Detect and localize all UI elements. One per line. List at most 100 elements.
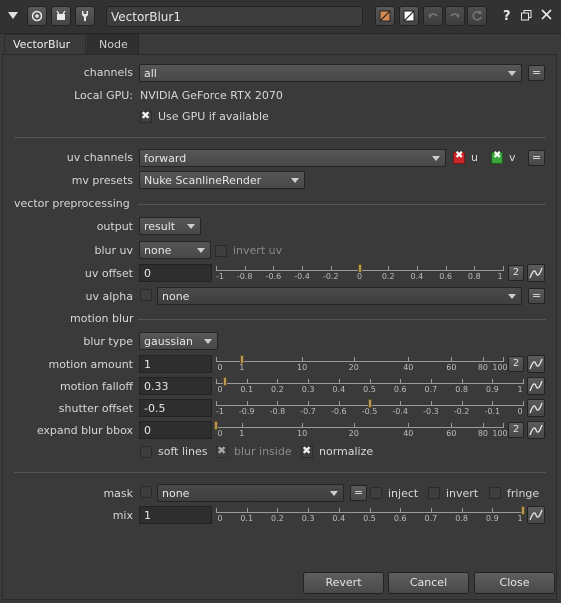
float-panel-icon[interactable] xyxy=(521,10,532,24)
wrench-icon[interactable] xyxy=(75,6,95,26)
u-channel-checkbox[interactable] xyxy=(453,150,465,164)
redo-icon[interactable] xyxy=(445,6,465,26)
gl-color-icon[interactable] xyxy=(399,6,419,26)
close-panel-icon[interactable] xyxy=(541,9,552,23)
fringe-label: fringe xyxy=(507,487,540,500)
mix-label: mix xyxy=(112,509,133,522)
expand-blur-bbox-split-button[interactable]: 2 xyxy=(508,422,524,438)
slider-tick xyxy=(338,508,340,512)
help-icon[interactable]: ? xyxy=(503,9,511,24)
revert-button[interactable]: Revert xyxy=(303,572,384,594)
slider-handle[interactable] xyxy=(521,506,525,515)
slider-tick-label: 0 xyxy=(356,272,363,281)
uv-channels-link-button[interactable]: = xyxy=(528,150,545,166)
uv-alpha-link-button[interactable]: = xyxy=(528,288,545,304)
slider-tick-label: 0 xyxy=(517,407,523,416)
shutter-offset-input[interactable]: -0.5 xyxy=(139,399,212,417)
slider-tick-label: 10 xyxy=(297,429,308,438)
slider-track[interactable] xyxy=(216,361,504,362)
slider-track[interactable] xyxy=(216,383,524,384)
normalize-checkbox[interactable] xyxy=(301,444,313,458)
motion-falloff-curve-icon[interactable] xyxy=(527,377,545,395)
node-color-icon[interactable] xyxy=(375,6,395,26)
blur-inside-checkbox[interactable] xyxy=(216,444,228,458)
undo-icon[interactable] xyxy=(423,6,443,26)
motion-falloff-input[interactable]: 0.33 xyxy=(139,377,212,395)
chevron-down-icon xyxy=(432,156,440,161)
motion-amount-curve-icon[interactable] xyxy=(527,355,545,373)
invert-uv-checkbox[interactable] xyxy=(215,245,227,257)
blur-uv-dropdown[interactable]: none xyxy=(139,241,211,259)
collapse-arrow-icon[interactable] xyxy=(8,12,18,19)
slider-tick-label: 0.6 xyxy=(393,514,407,523)
cancel-button[interactable]: Cancel xyxy=(388,572,469,594)
slider-tick xyxy=(369,508,371,512)
slider-tick-label: -0.6 xyxy=(330,407,347,416)
blur-uv-label: blur uv xyxy=(94,244,133,257)
mix-input[interactable]: 1 xyxy=(139,506,212,524)
tab-node[interactable]: Node xyxy=(87,34,139,54)
mv-presets-dropdown[interactable]: Nuke ScanlineRender xyxy=(139,171,305,189)
expand-blur-bbox-input[interactable]: 0 xyxy=(139,421,212,439)
slider-tick-label: 0.7 xyxy=(424,514,438,523)
slider-tick-label: 0 xyxy=(217,363,223,372)
motion-falloff-slider[interactable]: 0 0.1 0.2 0.3 0.4 0.5 0.6 0.7 0.8 0.9 1 xyxy=(216,375,524,395)
soft-lines-checkbox[interactable] xyxy=(140,446,152,458)
node-name-field[interactable]: VectorBlur1 xyxy=(106,6,363,27)
uv-offset-slider[interactable]: -1 -0.8 -0.6 -0.4 -0.2 0 0.2 0.4 0.6 0.8 1 xyxy=(216,262,504,282)
blur-type-dropdown[interactable]: gaussian xyxy=(139,332,218,350)
channels-label: channels xyxy=(83,66,133,79)
tab-vectorblur[interactable]: VectorBlur xyxy=(4,34,86,54)
use-gpu-label: Use GPU if available xyxy=(158,110,269,123)
uv-offset-input[interactable]: 0 xyxy=(139,264,212,282)
slider-tick xyxy=(369,379,371,383)
uv-offset-curve-icon[interactable] xyxy=(527,264,545,282)
slider-tick xyxy=(216,379,217,383)
output-dropdown[interactable]: result xyxy=(139,217,201,235)
slider-tick xyxy=(246,379,248,383)
view-node-icon[interactable] xyxy=(27,6,47,26)
shutter-offset-slider[interactable]: -1 -0.9 -0.8 -0.7 -0.6 -0.5 -0.4 -0.3 -0.2 -0.1 0 xyxy=(216,397,524,417)
fringe-checkbox[interactable] xyxy=(489,487,501,499)
invert-mask-checkbox[interactable] xyxy=(428,487,440,499)
shutter-offset-curve-icon[interactable] xyxy=(527,399,545,417)
u-channel-label: u xyxy=(471,151,478,164)
close-button[interactable]: Close xyxy=(474,572,555,594)
slider-tick-label: -0.3 xyxy=(423,407,439,416)
slider-tick xyxy=(353,423,355,427)
expand-blur-bbox-slider[interactable]: 0 1 10 20 40 60 80 100 xyxy=(214,419,508,439)
slider-handle[interactable] xyxy=(239,355,244,364)
slider-handle[interactable] xyxy=(357,264,362,273)
mask-dropdown[interactable]: none xyxy=(157,484,344,502)
chevron-down-icon xyxy=(187,224,195,229)
slider-handle[interactable] xyxy=(367,399,372,408)
mask-checkbox[interactable] xyxy=(140,486,152,498)
mix-slider[interactable]: 0 0.1 0.2 0.3 0.4 0.5 0.6 0.7 0.8 0.9 1 xyxy=(216,504,525,524)
channels-link-button[interactable]: = xyxy=(528,65,545,81)
slider-track[interactable] xyxy=(216,512,524,513)
mix-curve-icon[interactable] xyxy=(527,506,545,524)
motion-amount-split-button[interactable]: 2 xyxy=(508,356,524,372)
slider-tick-label: -1 xyxy=(216,272,224,281)
revert-icon[interactable] xyxy=(467,6,487,26)
inject-checkbox[interactable] xyxy=(370,487,382,499)
slider-tick xyxy=(482,357,484,361)
mask-link-button[interactable]: = xyxy=(350,485,367,501)
expand-blur-bbox-curve-icon[interactable] xyxy=(527,421,545,439)
uv-alpha-checkbox[interactable] xyxy=(140,289,152,301)
v-channel-checkbox[interactable] xyxy=(491,150,503,164)
slider-tick-label: -0.9 xyxy=(238,407,255,416)
uv-channels-dropdown[interactable]: forward xyxy=(139,149,446,167)
slider-handle[interactable] xyxy=(222,377,227,386)
motion-amount-input[interactable]: 1 xyxy=(139,355,212,373)
slider-tick-label: 0.9 xyxy=(485,385,499,394)
use-gpu-checkbox[interactable] xyxy=(140,109,152,123)
motion-amount-slider[interactable]: 0 1 10 20 40 60 80 100 xyxy=(216,353,508,373)
uv-offset-split-button[interactable]: 2 xyxy=(508,265,524,281)
slider-tick xyxy=(277,508,279,512)
channels-dropdown[interactable]: all xyxy=(139,64,522,82)
node-icon[interactable] xyxy=(51,6,71,26)
uv-alpha-dropdown[interactable]: none xyxy=(157,287,522,305)
slider-track[interactable] xyxy=(216,427,504,428)
slider-handle[interactable] xyxy=(214,421,218,430)
